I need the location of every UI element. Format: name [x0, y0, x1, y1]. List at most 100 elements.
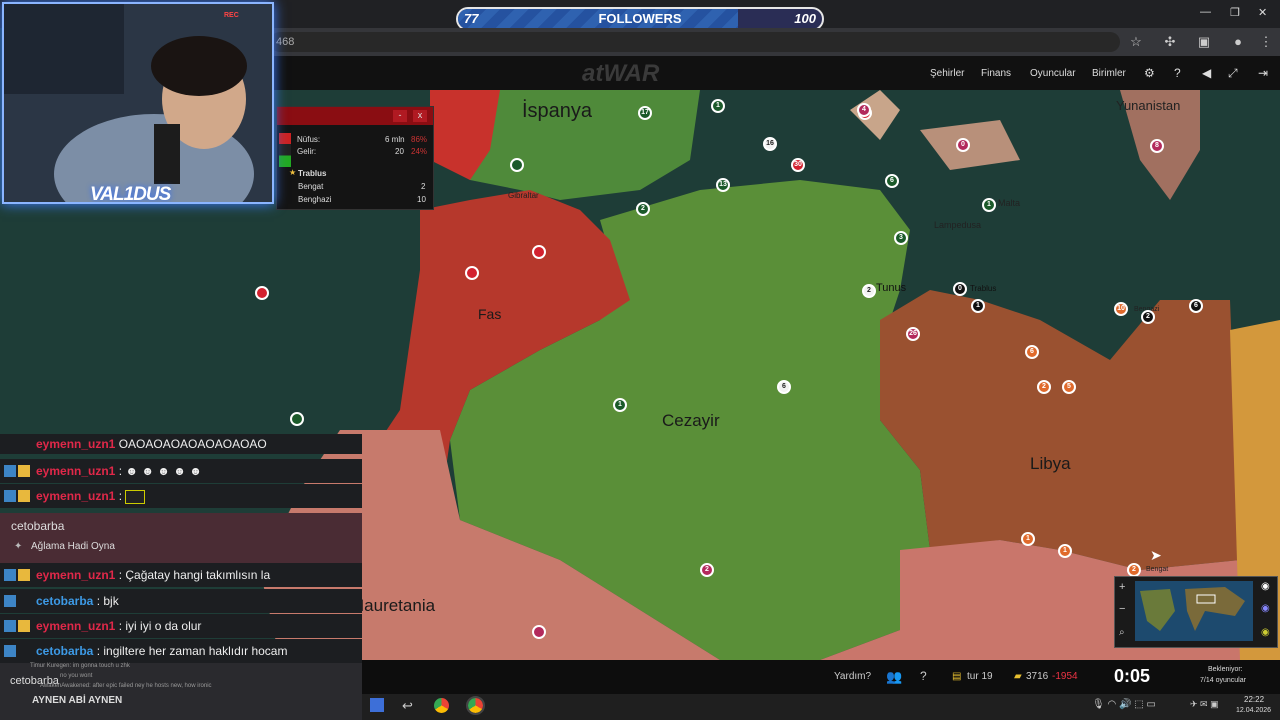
city-marker[interactable]: 2 [700, 563, 714, 577]
city-marker[interactable]: 10 [1114, 302, 1128, 316]
city-marker-enemy[interactable] [532, 625, 546, 639]
minimap-mode-icon[interactable]: ◉ [1261, 627, 1270, 638]
address-bar[interactable]: 468 [270, 32, 1120, 52]
popup-city-value: 2 [421, 182, 426, 191]
sound-icon[interactable]: ◀ [1202, 66, 1211, 80]
chat-username: eymenn_uzn1 [36, 437, 116, 451]
city-marker-enemy[interactable] [532, 245, 546, 259]
browser-menu-icon[interactable]: ⋮ [1256, 32, 1276, 52]
capital-name: Trablus [298, 169, 327, 178]
help-icon[interactable]: ? [1174, 66, 1181, 80]
city-label-gibraltar: Gibraltar [508, 191, 539, 200]
close-icon[interactable]: ✕ [1258, 6, 1267, 19]
settings-gear-icon[interactable]: ⚙ [1144, 66, 1155, 80]
city-marker[interactable]: 1 [711, 99, 725, 113]
city-marker[interactable]: 6 [1189, 299, 1203, 313]
city-marker[interactable]: 2 [1127, 563, 1141, 577]
tray-icons[interactable]: ✈ ✉ ▣ [1190, 699, 1219, 710]
app-icon[interactable]: ↩ [402, 698, 413, 714]
mouse-cursor-icon: ➤ [1150, 547, 1162, 563]
city-marker[interactable]: 0 [956, 138, 970, 152]
city-marker[interactable]: 1 [1058, 544, 1072, 558]
minimap[interactable]: + − ⌕ ◉ ◉ ◉ [1114, 576, 1278, 648]
minimap-mode-icon[interactable]: ◉ [1261, 581, 1270, 592]
city-marker[interactable]: 6 [885, 174, 899, 188]
chat-text: : iyi iyi o da olur [118, 619, 202, 633]
logout-icon[interactable]: ⇥ [1258, 66, 1268, 80]
city-marker[interactable]: 26 [906, 327, 920, 341]
income-value: 20 [395, 147, 404, 156]
app-icon[interactable] [370, 698, 384, 712]
nav-players[interactable]: Oyuncular [1030, 68, 1076, 79]
clock-time[interactable]: 22:22 [1244, 695, 1264, 704]
zoom-in-icon[interactable]: + [1119, 581, 1125, 593]
city-marker[interactable]: 1 [971, 299, 985, 313]
game-logo: atWAR [582, 60, 660, 87]
chat-text: : [118, 489, 123, 503]
zoom-out-icon[interactable]: − [1119, 603, 1125, 615]
chat-username: eymenn_uzn1 [36, 489, 116, 503]
city-marker-enemy[interactable] [465, 266, 479, 280]
bookmark-star-icon[interactable]: ☆ [1126, 32, 1146, 52]
extensions-icon[interactable]: ✣ [1160, 32, 1180, 52]
nav-cities[interactable]: Şehirler [930, 68, 964, 79]
city-marker[interactable]: 3 [894, 231, 908, 245]
chat-text: : bjk [96, 594, 119, 608]
city-marker[interactable]: 6 [777, 380, 791, 394]
tray-icons[interactable]: 🎙 ◠ 🔊 ⬚ ▭ [1092, 699, 1156, 710]
city-marker[interactable]: 8 [1150, 139, 1164, 153]
prime-badge-icon [4, 490, 16, 502]
city-marker[interactable]: 13 [716, 178, 730, 192]
chat-footer: Timur Kuregen: im gonna touch u zhk no y… [0, 663, 362, 720]
city-marker[interactable]: 17 [638, 106, 652, 120]
city-marker[interactable]: 1 [982, 198, 996, 212]
info-icon[interactable]: ? [920, 669, 927, 683]
city-marker-enemy[interactable] [255, 286, 269, 300]
emote-icon [125, 489, 146, 504]
city-marker[interactable]: 2 [1037, 380, 1051, 394]
popup-close-button[interactable]: x [413, 110, 427, 122]
city-label-tunus: Tunus [876, 282, 907, 294]
help-link[interactable]: Yardım? [834, 671, 871, 682]
restore-icon[interactable]: ❐ [1230, 6, 1240, 19]
popup-minimize-button[interactable]: - [393, 110, 407, 122]
city-marker[interactable]: 4 [857, 103, 871, 117]
prime-badge-icon [4, 595, 16, 607]
minimize-icon[interactable]: — [1200, 6, 1211, 18]
waiting-label: Bekleniyor: [1208, 666, 1243, 673]
zoom-search-icon[interactable]: ⌕ [1119, 627, 1125, 638]
clock-date[interactable]: 12.04.2026 [1236, 707, 1271, 714]
city-label-malta: Malta [998, 198, 1021, 208]
fullscreen-icon[interactable]: ⤢ [1228, 66, 1238, 81]
profile-avatar-icon[interactable]: ● [1228, 32, 1248, 52]
chrome-icon[interactable] [466, 696, 485, 715]
city-marker-ally[interactable] [290, 412, 304, 426]
region-label-algeria: Cezayir [662, 411, 720, 430]
chat-footer-username: cetobarba [10, 675, 59, 687]
streamer-name: VAL1DUS [90, 184, 171, 204]
browser-toolbar: 468 ☆ ✣ ▣ ● ⋮ [270, 28, 1280, 56]
city-marker[interactable]: 0 [953, 282, 967, 296]
city-marker-ally[interactable] [510, 158, 524, 172]
webcam-overlay: REC VAL1DUS [2, 2, 274, 204]
nav-units[interactable]: Birimler [1092, 68, 1126, 79]
players-icon[interactable]: 👥 [886, 669, 902, 685]
screenshot-icon[interactable]: ▣ [1194, 32, 1214, 52]
city-marker[interactable]: 2 [862, 284, 876, 298]
city-marker[interactable]: 1 [613, 398, 627, 412]
players-waiting: 7/14 oyuncular [1200, 677, 1246, 684]
city-marker[interactable]: 16 [763, 137, 777, 151]
chat-username: eymenn_uzn1 [36, 568, 116, 582]
income-percent: 24% [411, 147, 428, 156]
city-marker[interactable]: 6 [1025, 345, 1039, 359]
city-marker[interactable]: 5 [1062, 380, 1076, 394]
minimap-mode-icon[interactable]: ◉ [1261, 603, 1270, 614]
city-marker[interactable]: 30 [791, 158, 805, 172]
city-marker[interactable]: 2 [1141, 310, 1155, 324]
city-marker[interactable]: 2 [636, 202, 650, 216]
turn-icon: ▤ [952, 671, 962, 682]
nav-finance[interactable]: Finans [981, 68, 1011, 79]
city-marker[interactable]: 1 [1021, 532, 1035, 546]
chrome-icon[interactable] [434, 698, 449, 713]
rec-indicator: REC [224, 12, 239, 19]
